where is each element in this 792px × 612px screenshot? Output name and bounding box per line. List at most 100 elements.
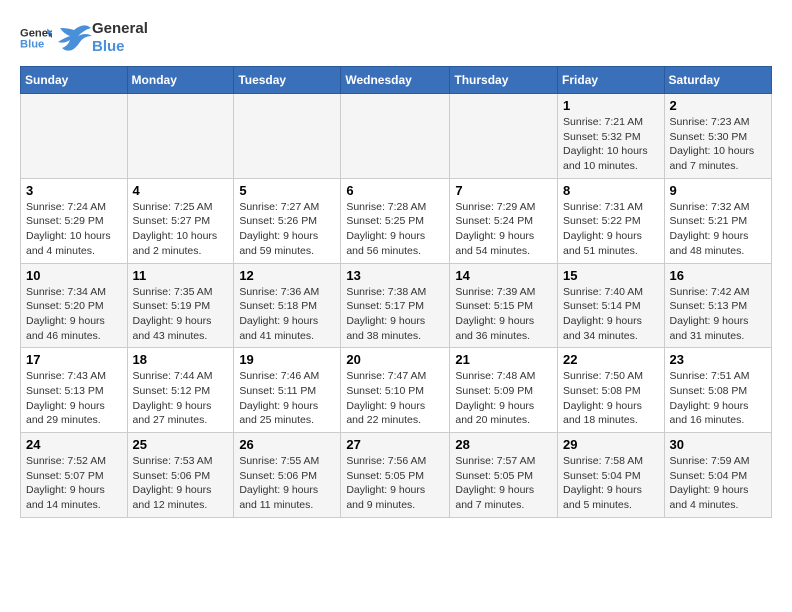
calendar-cell: 7 Sunrise: 7:29 AMSunset: 5:24 PMDaylight… <box>450 178 558 263</box>
calendar-cell <box>450 94 558 179</box>
day-info: Sunrise: 7:27 AMSunset: 5:26 PMDaylight:… <box>239 200 335 259</box>
day-info: Sunrise: 7:55 AMSunset: 5:06 PMDaylight:… <box>239 454 335 513</box>
day-info: Sunrise: 7:42 AMSunset: 5:13 PMDaylight:… <box>670 285 766 344</box>
day-number: 7 <box>455 183 552 198</box>
day-info: Sunrise: 7:51 AMSunset: 5:08 PMDaylight:… <box>670 369 766 428</box>
day-number: 21 <box>455 352 552 367</box>
day-info: Sunrise: 7:31 AMSunset: 5:22 PMDaylight:… <box>563 200 659 259</box>
weekday-header-wednesday: Wednesday <box>341 67 450 94</box>
day-number: 3 <box>26 183 122 198</box>
calendar-cell: 27Sunrise: 7:56 AMSunset: 5:05 PMDayligh… <box>341 433 450 518</box>
calendar-cell: 4Sunrise: 7:25 AMSunset: 5:27 PMDaylight… <box>127 178 234 263</box>
calendar-cell: 16 Sunrise: 7:42 AMSunset: 5:13 PMDayligh… <box>664 263 771 348</box>
day-info: Sunrise: 7:52 AMSunset: 5:07 PMDaylight:… <box>26 454 122 513</box>
calendar-cell: 1 Sunrise: 7:21 AMSunset: 5:32 PMDaylight… <box>558 94 665 179</box>
day-number: 23 <box>670 352 766 367</box>
day-info: Sunrise: 7:38 AMSunset: 5:17 PMDaylight:… <box>346 285 444 344</box>
day-number: 24 <box>26 437 122 452</box>
day-number: 22 <box>563 352 659 367</box>
weekday-header-saturday: Saturday <box>664 67 771 94</box>
day-info: Sunrise: 7:50 AMSunset: 5:08 PMDaylight:… <box>563 369 659 428</box>
day-number: 10 <box>26 268 122 283</box>
day-number: 2 <box>670 98 766 113</box>
day-info: Sunrise: 7:39 AMSunset: 5:15 PMDaylight:… <box>455 285 552 344</box>
day-number: 17 <box>26 352 122 367</box>
calendar-week-2: 3Sunrise: 7:24 AMSunset: 5:29 PMDaylight… <box>21 178 772 263</box>
weekday-header-friday: Friday <box>558 67 665 94</box>
day-info: Sunrise: 7:56 AMSunset: 5:05 PMDaylight:… <box>346 454 444 513</box>
calendar-cell: 17 Sunrise: 7:43 AMSunset: 5:13 PMDayligh… <box>21 348 128 433</box>
day-number: 1 <box>563 98 659 113</box>
calendar-cell: 21Sunrise: 7:48 AMSunset: 5:09 PMDayligh… <box>450 348 558 433</box>
calendar-cell: 10 Sunrise: 7:34 AMSunset: 5:20 PMDayligh… <box>21 263 128 348</box>
calendar-cell: 30 Sunrise: 7:59 AMSunset: 5:04 PMDayligh… <box>664 433 771 518</box>
svg-text:Blue: Blue <box>20 39 44 51</box>
weekday-header-row: SundayMondayTuesdayWednesdayThursdayFrid… <box>21 67 772 94</box>
calendar-week-4: 17 Sunrise: 7:43 AMSunset: 5:13 PMDayligh… <box>21 348 772 433</box>
calendar-cell: 3Sunrise: 7:24 AMSunset: 5:29 PMDaylight… <box>21 178 128 263</box>
day-number: 19 <box>239 352 335 367</box>
calendar-week-3: 10 Sunrise: 7:34 AMSunset: 5:20 PMDayligh… <box>21 263 772 348</box>
day-info: Sunrise: 7:47 AMSunset: 5:10 PMDaylight:… <box>346 369 444 428</box>
calendar-cell: 14 Sunrise: 7:39 AMSunset: 5:15 PMDayligh… <box>450 263 558 348</box>
logo-icon: General Blue <box>20 22 52 54</box>
day-number: 30 <box>670 437 766 452</box>
day-number: 26 <box>239 437 335 452</box>
calendar-cell: 8 Sunrise: 7:31 AMSunset: 5:22 PMDaylight… <box>558 178 665 263</box>
day-info: Sunrise: 7:58 AMSunset: 5:04 PMDaylight:… <box>563 454 659 513</box>
day-info: Sunrise: 7:25 AMSunset: 5:27 PMDaylight:… <box>133 200 229 259</box>
day-number: 28 <box>455 437 552 452</box>
day-info: Sunrise: 7:57 AMSunset: 5:05 PMDaylight:… <box>455 454 552 513</box>
weekday-header-tuesday: Tuesday <box>234 67 341 94</box>
day-info: Sunrise: 7:43 AMSunset: 5:13 PMDaylight:… <box>26 369 122 428</box>
weekday-header-monday: Monday <box>127 67 234 94</box>
calendar-cell: 24 Sunrise: 7:52 AMSunset: 5:07 PMDayligh… <box>21 433 128 518</box>
day-info: Sunrise: 7:53 AMSunset: 5:06 PMDaylight:… <box>133 454 229 513</box>
day-info: Sunrise: 7:32 AMSunset: 5:21 PMDaylight:… <box>670 200 766 259</box>
day-number: 9 <box>670 183 766 198</box>
day-number: 14 <box>455 268 552 283</box>
calendar-cell <box>234 94 341 179</box>
day-info: Sunrise: 7:28 AMSunset: 5:25 PMDaylight:… <box>346 200 444 259</box>
page-header: General Blue General Blue <box>20 20 772 56</box>
weekday-header-thursday: Thursday <box>450 67 558 94</box>
calendar-cell: 19Sunrise: 7:46 AMSunset: 5:11 PMDayligh… <box>234 348 341 433</box>
day-info: Sunrise: 7:29 AMSunset: 5:24 PMDaylight:… <box>455 200 552 259</box>
day-number: 5 <box>239 183 335 198</box>
calendar-cell: 11Sunrise: 7:35 AMSunset: 5:19 PMDayligh… <box>127 263 234 348</box>
day-info: Sunrise: 7:59 AMSunset: 5:04 PMDaylight:… <box>670 454 766 513</box>
calendar-cell: 18 Sunrise: 7:44 AMSunset: 5:12 PMDayligh… <box>127 348 234 433</box>
calendar-cell: 9 Sunrise: 7:32 AMSunset: 5:21 PMDaylight… <box>664 178 771 263</box>
calendar-cell: 29Sunrise: 7:58 AMSunset: 5:04 PMDayligh… <box>558 433 665 518</box>
day-info: Sunrise: 7:44 AMSunset: 5:12 PMDaylight:… <box>133 369 229 428</box>
weekday-header-sunday: Sunday <box>21 67 128 94</box>
day-number: 20 <box>346 352 444 367</box>
calendar-cell: 20 Sunrise: 7:47 AMSunset: 5:10 PMDayligh… <box>341 348 450 433</box>
calendar-cell: 26 Sunrise: 7:55 AMSunset: 5:06 PMDayligh… <box>234 433 341 518</box>
day-number: 6 <box>346 183 444 198</box>
day-number: 25 <box>133 437 229 452</box>
logo-bird-icon <box>56 20 92 56</box>
calendar-cell: 25 Sunrise: 7:53 AMSunset: 5:06 PMDayligh… <box>127 433 234 518</box>
calendar-week-5: 24 Sunrise: 7:52 AMSunset: 5:07 PMDayligh… <box>21 433 772 518</box>
day-info: Sunrise: 7:36 AMSunset: 5:18 PMDaylight:… <box>239 285 335 344</box>
day-number: 13 <box>346 268 444 283</box>
calendar-cell: 2 Sunrise: 7:23 AMSunset: 5:30 PMDaylight… <box>664 94 771 179</box>
day-number: 11 <box>133 268 229 283</box>
calendar-cell: 22 Sunrise: 7:50 AMSunset: 5:08 PMDayligh… <box>558 348 665 433</box>
calendar-cell: 12Sunrise: 7:36 AMSunset: 5:18 PMDayligh… <box>234 263 341 348</box>
calendar-table: SundayMondayTuesdayWednesdayThursdayFrid… <box>20 66 772 518</box>
logo: General Blue General Blue <box>20 20 148 56</box>
calendar-cell <box>127 94 234 179</box>
day-info: Sunrise: 7:34 AMSunset: 5:20 PMDaylight:… <box>26 285 122 344</box>
calendar-week-1: 1 Sunrise: 7:21 AMSunset: 5:32 PMDaylight… <box>21 94 772 179</box>
day-number: 16 <box>670 268 766 283</box>
day-number: 18 <box>133 352 229 367</box>
day-number: 8 <box>563 183 659 198</box>
logo-blue-text: Blue <box>92 38 125 55</box>
calendar-cell: 15Sunrise: 7:40 AMSunset: 5:14 PMDayligh… <box>558 263 665 348</box>
calendar-cell: 6 Sunrise: 7:28 AMSunset: 5:25 PMDaylight… <box>341 178 450 263</box>
day-info: Sunrise: 7:23 AMSunset: 5:30 PMDaylight:… <box>670 115 766 174</box>
day-info: Sunrise: 7:21 AMSunset: 5:32 PMDaylight:… <box>563 115 659 174</box>
calendar-header: SundayMondayTuesdayWednesdayThursdayFrid… <box>21 67 772 94</box>
